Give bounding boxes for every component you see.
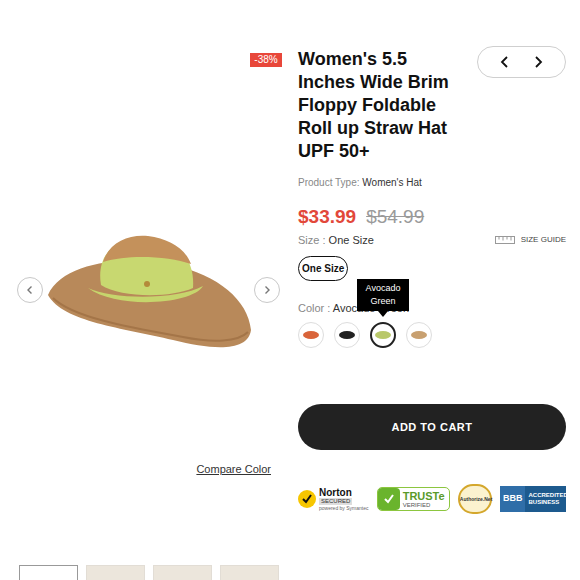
norton-badge: NortonSECUREDpowered by Symantec bbox=[298, 487, 368, 512]
size-option[interactable]: One Size bbox=[298, 256, 348, 281]
product-details: -38% Women's 5.5 Inches Wide Brim Floppy… bbox=[298, 0, 566, 580]
trust-badges: NortonSECUREDpowered by Symantec TRUSTeVE… bbox=[298, 484, 566, 514]
chevron-left-icon bbox=[25, 285, 35, 295]
hat-swatch-icon bbox=[339, 331, 355, 339]
size-options: One Size bbox=[298, 256, 566, 281]
hat-image bbox=[43, 200, 254, 380]
discount-badge: -38% bbox=[250, 53, 282, 67]
color-swatches: Avocado Green bbox=[298, 322, 566, 348]
tooltip-arrow bbox=[378, 311, 388, 317]
size-label: Size : One Size bbox=[298, 232, 374, 248]
hat-swatch-icon bbox=[303, 331, 319, 339]
chevron-left-icon[interactable] bbox=[498, 55, 512, 69]
thumbnail-strip bbox=[17, 565, 280, 580]
color-swatch[interactable] bbox=[298, 322, 324, 348]
thumbnail[interactable] bbox=[153, 565, 212, 580]
color-label: Color : Avocado Green bbox=[298, 300, 566, 316]
product-nav bbox=[477, 46, 566, 78]
color-tooltip: Avocado Green bbox=[357, 279, 409, 311]
gallery-prev-button[interactable] bbox=[17, 277, 43, 303]
chevron-right-icon bbox=[262, 285, 272, 295]
thumbnail[interactable] bbox=[19, 565, 78, 580]
color-swatch[interactable] bbox=[406, 322, 432, 348]
add-to-cart-button[interactable]: ADD TO CART bbox=[298, 404, 566, 450]
price: $33.99 $54.99 bbox=[298, 205, 566, 229]
gallery-slider bbox=[17, 200, 280, 380]
ruler-icon bbox=[495, 235, 515, 245]
gallery-next-button[interactable] bbox=[254, 277, 280, 303]
hat-swatch-icon bbox=[375, 331, 391, 339]
original-price: $54.99 bbox=[366, 205, 424, 229]
thumbnail[interactable] bbox=[220, 565, 279, 580]
color-swatch[interactable] bbox=[334, 322, 360, 348]
hat-swatch-icon bbox=[411, 331, 427, 339]
compare-color-link[interactable]: Compare Color bbox=[196, 462, 271, 476]
size-guide-link[interactable]: SIZE GUIDE bbox=[495, 232, 566, 248]
authorize-badge: Authorize.Net bbox=[458, 484, 492, 514]
check-icon bbox=[298, 490, 316, 508]
color-swatch[interactable]: Avocado Green bbox=[370, 322, 396, 348]
truste-badge: TRUSTeVERIFIED bbox=[377, 487, 450, 511]
chevron-right-icon[interactable] bbox=[531, 55, 545, 69]
product-title: Women's 5.5 Inches Wide Brim Floppy Fold… bbox=[298, 48, 463, 163]
thumbnail[interactable] bbox=[86, 565, 145, 580]
current-price: $33.99 bbox=[298, 205, 356, 229]
product-type: Product Type: Women's Hat bbox=[298, 176, 566, 190]
truste-icon bbox=[378, 488, 400, 510]
bbb-badge: BBBACCREDITEDBUSINESS bbox=[500, 486, 566, 512]
gallery: Compare Color bbox=[0, 0, 298, 580]
